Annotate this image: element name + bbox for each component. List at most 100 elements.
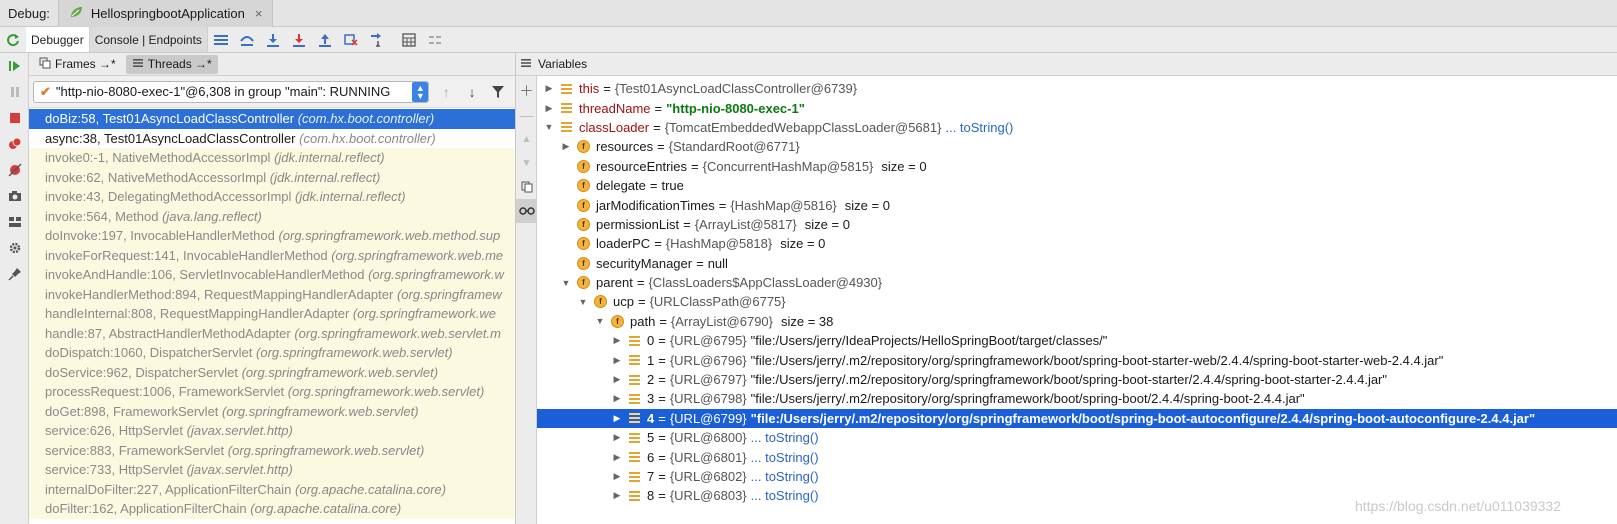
close-icon[interactable]: × xyxy=(255,6,263,21)
frame-row[interactable]: handle:87, AbstractHandlerMethodAdapter … xyxy=(29,323,515,343)
run-config-tab[interactable]: HellospringbootApplication × xyxy=(57,0,274,27)
variable-row[interactable]: ▼ f path = {ArrayList@6790} size = 38 xyxy=(537,312,1617,331)
arrow-up-icon[interactable]: ↑ xyxy=(433,81,459,103)
move-down-icon[interactable]: ▼ xyxy=(516,151,537,175)
copy-icon[interactable] xyxy=(516,175,537,199)
chevron-updown-icon[interactable]: ▲ ▼ xyxy=(412,81,429,102)
tab-console-endpoints[interactable]: Console | Endpoints xyxy=(89,27,208,52)
tab-threads[interactable]: Threads →* xyxy=(125,54,218,74)
tab-debugger[interactable]: Debugger xyxy=(26,27,90,52)
variable-row[interactable]: ▶ 2 = {URL@6797} "file:/Users/jerry/.m2/repo… xyxy=(537,370,1617,389)
drop-frame-icon[interactable] xyxy=(338,27,364,52)
collapse-arrow-icon[interactable]: ▼ xyxy=(577,297,589,307)
expand-arrow-icon[interactable]: ▶ xyxy=(611,335,623,346)
stop-icon[interactable] xyxy=(0,105,29,131)
arrow-down-icon[interactable]: ↓ xyxy=(459,81,485,103)
expand-arrow-icon[interactable]: ▶ xyxy=(611,490,623,501)
settings-gear-icon[interactable] xyxy=(0,235,29,261)
tostring-link[interactable]: ... toString() xyxy=(751,450,819,465)
tostring-link[interactable]: ... toString() xyxy=(751,469,819,484)
evaluate-expression-icon[interactable] xyxy=(396,27,422,52)
step-over-icon[interactable] xyxy=(234,27,260,52)
frame-row[interactable]: invoke:564, Method (java.lang.reflect) xyxy=(29,206,515,226)
variable-row[interactable]: ▶ 4 = {URL@6799} "file:/Users/jerry/.m2/repo… xyxy=(537,408,1617,429)
frame-row[interactable]: service:883, FrameworkServlet (org.sprin… xyxy=(29,440,515,460)
pin-icon[interactable] xyxy=(0,261,29,287)
variable-row[interactable]: ▼ f parent = {ClassLoaders$AppClassLoader@49… xyxy=(537,273,1617,292)
variable-row[interactable]: f permissionList = {ArrayList@5817} size = 0 xyxy=(537,215,1617,234)
variable-row[interactable]: ▶ this = {Test01AsyncLoadClassController@67… xyxy=(537,79,1617,98)
frame-row[interactable]: invoke:43, DelegatingMethodAccessorImpl … xyxy=(29,187,515,207)
minus-icon[interactable]: — xyxy=(516,103,537,127)
tostring-link[interactable]: ... toString() xyxy=(751,488,819,503)
frame-row[interactable]: invokeAndHandle:106, ServletInvocableHan… xyxy=(29,265,515,285)
frame-row[interactable]: doFilter:162, ApplicationFilterChain (or… xyxy=(29,499,515,519)
variable-row[interactable]: ▶ 5 = {URL@6800} ... toString() xyxy=(537,428,1617,447)
expand-arrow-icon[interactable]: ▶ xyxy=(611,355,623,366)
frame-row[interactable]: invoke0:-1, NativeMethodAccessorImpl (jd… xyxy=(29,148,515,168)
expand-arrow-icon[interactable]: ▶ xyxy=(611,432,623,443)
variable-row[interactable]: f resourceEntries = {ConcurrentHashMap@5815… xyxy=(537,157,1617,176)
expand-arrow-icon[interactable]: ▶ xyxy=(611,452,623,463)
tostring-link[interactable]: ... toString() xyxy=(751,430,819,445)
tostring-link[interactable]: ... toString() xyxy=(945,120,1013,135)
frame-row[interactable]: doGet:898, FrameworkServlet (org.springf… xyxy=(29,401,515,421)
thread-select[interactable]: ✔ "http-nio-8080-exec-1"@6,308 in group … xyxy=(33,80,430,103)
filter-icon[interactable] xyxy=(485,81,511,103)
collapse-arrow-icon[interactable]: ▼ xyxy=(560,278,572,288)
frame-row[interactable]: doService:962, DispatcherServlet (org.sp… xyxy=(29,362,515,382)
variable-row[interactable]: ▼ f ucp = {URLClassPath@6775} xyxy=(537,292,1617,311)
view-breakpoints-icon[interactable] xyxy=(0,131,29,157)
frame-row[interactable]: doDispatch:1060, DispatcherServlet (org.… xyxy=(29,343,515,363)
force-step-into-icon[interactable] xyxy=(286,27,312,52)
frame-row[interactable]: processRequest:1006, FrameworkServlet (o… xyxy=(29,382,515,402)
variable-row[interactable]: ▼ classLoader = {TomcatEmbeddedWebappClassL… xyxy=(537,118,1617,137)
add-icon[interactable]: ＋ xyxy=(516,79,537,103)
frame-row[interactable]: service:733, HttpServlet (javax.servlet.… xyxy=(29,460,515,480)
variable-row[interactable]: ▶ 7 = {URL@6802} ... toString() xyxy=(537,467,1617,486)
watches-glasses-icon[interactable] xyxy=(516,199,537,223)
expand-arrow-icon[interactable]: ▶ xyxy=(611,413,623,424)
tab-frames[interactable]: Frames →* xyxy=(33,54,122,74)
variable-row[interactable]: ▶ threadName = "http-nio-8080-exec-1" xyxy=(537,98,1617,117)
variable-row[interactable]: ▶ 1 = {URL@6796} "file:/Users/jerry/.m2/repo… xyxy=(537,350,1617,369)
run-to-cursor-icon[interactable] xyxy=(364,27,390,52)
collapse-arrow-icon[interactable]: ▼ xyxy=(594,316,606,326)
frame-row[interactable]: doInvoke:197, InvocableHandlerMethod (or… xyxy=(29,226,515,246)
variable-row[interactable]: ▶ 3 = {URL@6798} "file:/Users/jerry/.m2/repo… xyxy=(537,389,1617,408)
move-up-icon[interactable]: ▲ xyxy=(516,127,537,151)
mute-breakpoints-icon[interactable] xyxy=(0,157,29,183)
menu-lines-icon[interactable] xyxy=(208,27,234,52)
expand-arrow-icon[interactable]: ▶ xyxy=(543,103,555,114)
equals-sign: = xyxy=(658,391,666,407)
frame-row[interactable]: internalDoFilter:227, ApplicationFilterC… xyxy=(29,479,515,499)
expand-arrow-icon[interactable]: ▶ xyxy=(543,83,555,94)
frame-row[interactable]: async:38, Test01AsyncLoadClassController… xyxy=(29,128,515,148)
frame-row[interactable]: invoke:62, NativeMethodAccessorImpl (jdk… xyxy=(29,167,515,187)
frame-row[interactable]: invokeForRequest:141, InvocableHandlerMe… xyxy=(29,245,515,265)
variable-row[interactable]: ▶ 6 = {URL@6801} ... toString() xyxy=(537,447,1617,466)
step-out-icon[interactable] xyxy=(312,27,338,52)
variable-row[interactable]: f delegate = true xyxy=(537,176,1617,195)
variable-row[interactable]: ▶ 0 = {URL@6795} "file:/Users/jerry/IdeaProj… xyxy=(537,331,1617,350)
resume-icon[interactable] xyxy=(0,53,29,79)
frame-row[interactable]: handleInternal:808, RequestMappingHandle… xyxy=(29,304,515,324)
collapse-arrow-icon[interactable]: ▼ xyxy=(543,122,555,132)
variable-row[interactable]: f loaderPC = {HashMap@5818} size = 0 xyxy=(537,234,1617,253)
frame-row[interactable]: doBiz:58, Test01AsyncLoadClassController… xyxy=(29,109,515,129)
frame-row[interactable]: invokeHandlerMethod:894, RequestMappingH… xyxy=(29,284,515,304)
variable-row[interactable]: ▶ f resources = {StandardRoot@6771} xyxy=(537,137,1617,156)
camera-icon[interactable] xyxy=(0,183,29,209)
expand-arrow-icon[interactable]: ▶ xyxy=(560,141,572,152)
rerun-icon[interactable] xyxy=(0,27,26,52)
expand-arrow-icon[interactable]: ▶ xyxy=(611,471,623,482)
pause-icon[interactable] xyxy=(0,79,29,105)
expand-arrow-icon[interactable]: ▶ xyxy=(611,393,623,404)
variable-row[interactable]: f securityManager = null xyxy=(537,254,1617,273)
expand-arrow-icon[interactable]: ▶ xyxy=(611,374,623,385)
step-into-icon[interactable] xyxy=(260,27,286,52)
trace-stream-icon[interactable] xyxy=(422,27,448,52)
variable-row[interactable]: f jarModificationTimes = {HashMap@5816} size… xyxy=(537,195,1617,214)
layout-icon[interactable] xyxy=(0,209,29,235)
frame-row[interactable]: service:626, HttpServlet (javax.servlet.… xyxy=(29,421,515,441)
